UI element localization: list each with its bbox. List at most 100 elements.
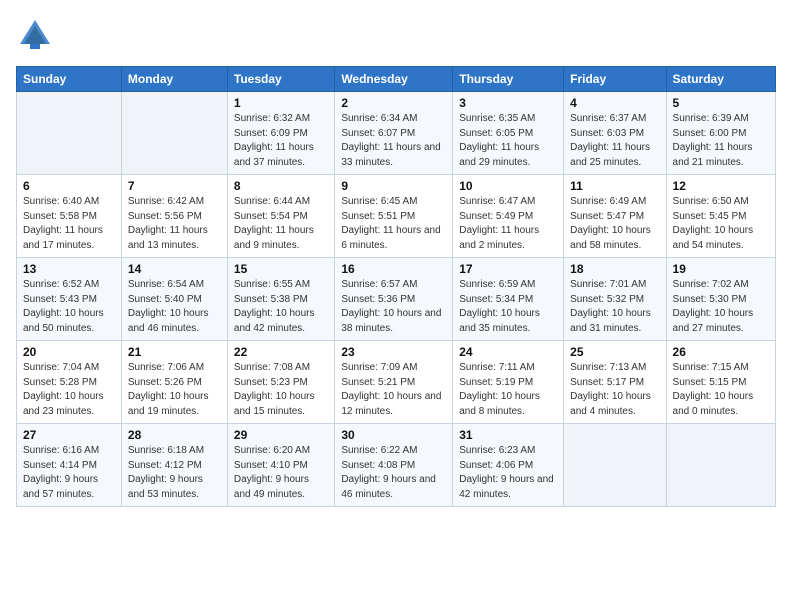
calendar-cell: 20 Sunrise: 7:04 AMSunset: 5:28 PMDayligh… xyxy=(17,341,122,424)
day-number: 7 xyxy=(128,179,221,193)
calendar-cell: 2 Sunrise: 6:34 AMSunset: 6:07 PMDaylight… xyxy=(335,92,453,175)
day-detail: Sunrise: 6:32 AMSunset: 6:09 PMDaylight:… xyxy=(234,112,328,170)
day-number: 19 xyxy=(673,262,769,276)
day-number: 25 xyxy=(570,345,659,359)
day-number: 22 xyxy=(234,345,328,359)
day-number: 3 xyxy=(459,96,557,110)
day-number: 11 xyxy=(570,179,659,193)
day-number: 10 xyxy=(459,179,557,193)
day-detail: Sunrise: 7:11 AMSunset: 5:19 PMDaylight:… xyxy=(459,361,557,419)
calendar-cell: 13 Sunrise: 6:52 AMSunset: 5:43 PMDayligh… xyxy=(17,258,122,341)
week-row-1: 1Sunrise: 6:32 AMSunset: 6:09 PMDaylight… xyxy=(17,92,776,175)
day-detail: Sunrise: 7:08 AMSunset: 5:23 PMDaylight:… xyxy=(234,361,328,419)
calendar-cell: 8 Sunrise: 6:44 AMSunset: 5:54 PMDaylight… xyxy=(227,175,334,258)
day-number: 5 xyxy=(673,96,769,110)
calendar-header-friday: Friday xyxy=(564,67,666,92)
calendar-cell: 17 Sunrise: 6:59 AMSunset: 5:34 PMDayligh… xyxy=(453,258,564,341)
day-number: 8 xyxy=(234,179,328,193)
calendar-header-thursday: Thursday xyxy=(453,67,564,92)
day-detail: Sunrise: 6:35 AMSunset: 6:05 PMDaylight:… xyxy=(459,112,557,170)
calendar-cell: 22 Sunrise: 7:08 AMSunset: 5:23 PMDayligh… xyxy=(227,341,334,424)
day-detail: Sunrise: 6:22 AMSunset: 4:08 PMDaylight:… xyxy=(341,444,446,502)
day-number: 20 xyxy=(23,345,115,359)
calendar-cell: 23 Sunrise: 7:09 AMSunset: 5:21 PMDayligh… xyxy=(335,341,453,424)
day-detail: Sunrise: 6:44 AMSunset: 5:54 PMDaylight:… xyxy=(234,195,328,253)
calendar-cell xyxy=(121,92,227,175)
day-detail: Sunrise: 7:04 AMSunset: 5:28 PMDaylight:… xyxy=(23,361,115,419)
calendar-header-tuesday: Tuesday xyxy=(227,67,334,92)
calendar-cell: 24 Sunrise: 7:11 AMSunset: 5:19 PMDayligh… xyxy=(453,341,564,424)
calendar-cell: 9 Sunrise: 6:45 AMSunset: 5:51 PMDaylight… xyxy=(335,175,453,258)
day-detail: Sunrise: 7:02 AMSunset: 5:30 PMDaylight:… xyxy=(673,278,769,336)
day-detail: Sunrise: 6:55 AMSunset: 5:38 PMDaylight:… xyxy=(234,278,328,336)
day-detail: Sunrise: 6:42 AMSunset: 5:56 PMDaylight:… xyxy=(128,195,221,253)
calendar-cell: 31Sunrise: 6:23 AMSunset: 4:06 PMDayligh… xyxy=(453,424,564,507)
calendar-cell xyxy=(666,424,775,507)
logo xyxy=(16,16,54,54)
day-detail: Sunrise: 7:09 AMSunset: 5:21 PMDaylight:… xyxy=(341,361,446,419)
day-detail: Sunrise: 6:39 AMSunset: 6:00 PMDaylight:… xyxy=(673,112,769,170)
day-number: 17 xyxy=(459,262,557,276)
day-detail: Sunrise: 6:20 AMSunset: 4:10 PMDaylight:… xyxy=(234,444,328,502)
day-number: 26 xyxy=(673,345,769,359)
day-detail: Sunrise: 7:01 AMSunset: 5:32 PMDaylight:… xyxy=(570,278,659,336)
calendar-cell: 27 Sunrise: 6:16 AMSunset: 4:14 PMDayligh… xyxy=(17,424,122,507)
day-detail: Sunrise: 7:13 AMSunset: 5:17 PMDaylight:… xyxy=(570,361,659,419)
day-detail: Sunrise: 6:59 AMSunset: 5:34 PMDaylight:… xyxy=(459,278,557,336)
day-detail: Sunrise: 6:57 AMSunset: 5:36 PMDaylight:… xyxy=(341,278,446,336)
day-number: 28 xyxy=(128,428,221,442)
week-row-4: 20 Sunrise: 7:04 AMSunset: 5:28 PMDayligh… xyxy=(17,341,776,424)
header xyxy=(16,16,776,54)
day-detail: Sunrise: 7:06 AMSunset: 5:26 PMDaylight:… xyxy=(128,361,221,419)
day-detail: Sunrise: 6:34 AMSunset: 6:07 PMDaylight:… xyxy=(341,112,446,170)
calendar-header-saturday: Saturday xyxy=(666,67,775,92)
calendar-table: SundayMondayTuesdayWednesdayThursdayFrid… xyxy=(16,66,776,507)
calendar-cell: 21 Sunrise: 7:06 AMSunset: 5:26 PMDayligh… xyxy=(121,341,227,424)
calendar-cell: 16Sunrise: 6:57 AMSunset: 5:36 PMDayligh… xyxy=(335,258,453,341)
day-number: 29 xyxy=(234,428,328,442)
day-number: 27 xyxy=(23,428,115,442)
day-detail: Sunrise: 6:49 AMSunset: 5:47 PMDaylight:… xyxy=(570,195,659,253)
calendar-cell: 29 Sunrise: 6:20 AMSunset: 4:10 PMDayligh… xyxy=(227,424,334,507)
calendar-header-monday: Monday xyxy=(121,67,227,92)
calendar-cell xyxy=(17,92,122,175)
day-number: 2 xyxy=(341,96,446,110)
day-number: 14 xyxy=(128,262,221,276)
calendar-header-sunday: Sunday xyxy=(17,67,122,92)
day-detail: Sunrise: 6:45 AMSunset: 5:51 PMDaylight:… xyxy=(341,195,446,253)
day-detail: Sunrise: 6:37 AMSunset: 6:03 PMDaylight:… xyxy=(570,112,659,170)
day-detail: Sunrise: 7:15 AMSunset: 5:15 PMDaylight:… xyxy=(673,361,769,419)
day-number: 23 xyxy=(341,345,446,359)
week-row-5: 27 Sunrise: 6:16 AMSunset: 4:14 PMDayligh… xyxy=(17,424,776,507)
day-detail: Sunrise: 6:50 AMSunset: 5:45 PMDaylight:… xyxy=(673,195,769,253)
day-detail: Sunrise: 6:52 AMSunset: 5:43 PMDaylight:… xyxy=(23,278,115,336)
calendar-cell: 25 Sunrise: 7:13 AMSunset: 5:17 PMDayligh… xyxy=(564,341,666,424)
week-row-2: 6Sunrise: 6:40 AMSunset: 5:58 PMDaylight… xyxy=(17,175,776,258)
calendar-cell: 7 Sunrise: 6:42 AMSunset: 5:56 PMDaylight… xyxy=(121,175,227,258)
day-number: 15 xyxy=(234,262,328,276)
calendar-cell: 4 Sunrise: 6:37 AMSunset: 6:03 PMDaylight… xyxy=(564,92,666,175)
calendar-cell: 5 Sunrise: 6:39 AMSunset: 6:00 PMDaylight… xyxy=(666,92,775,175)
calendar-cell: 18 Sunrise: 7:01 AMSunset: 5:32 PMDayligh… xyxy=(564,258,666,341)
day-number: 30 xyxy=(341,428,446,442)
day-detail: Sunrise: 6:47 AMSunset: 5:49 PMDaylight:… xyxy=(459,195,557,253)
day-detail: Sunrise: 6:54 AMSunset: 5:40 PMDaylight:… xyxy=(128,278,221,336)
day-number: 24 xyxy=(459,345,557,359)
calendar-cell: 11 Sunrise: 6:49 AMSunset: 5:47 PMDayligh… xyxy=(564,175,666,258)
calendar-cell: 28 Sunrise: 6:18 AMSunset: 4:12 PMDayligh… xyxy=(121,424,227,507)
calendar-cell: 3 Sunrise: 6:35 AMSunset: 6:05 PMDaylight… xyxy=(453,92,564,175)
day-number: 13 xyxy=(23,262,115,276)
calendar-header-wednesday: Wednesday xyxy=(335,67,453,92)
day-number: 9 xyxy=(341,179,446,193)
day-number: 21 xyxy=(128,345,221,359)
day-detail: Sunrise: 6:18 AMSunset: 4:12 PMDaylight:… xyxy=(128,444,221,502)
calendar-cell: 26 Sunrise: 7:15 AMSunset: 5:15 PMDayligh… xyxy=(666,341,775,424)
calendar-header-row: SundayMondayTuesdayWednesdayThursdayFrid… xyxy=(17,67,776,92)
page: SundayMondayTuesdayWednesdayThursdayFrid… xyxy=(0,0,792,612)
day-number: 31 xyxy=(459,428,557,442)
day-number: 18 xyxy=(570,262,659,276)
day-number: 12 xyxy=(673,179,769,193)
day-number: 4 xyxy=(570,96,659,110)
day-detail: Sunrise: 6:16 AMSunset: 4:14 PMDaylight:… xyxy=(23,444,115,502)
calendar-cell: 30 Sunrise: 6:22 AMSunset: 4:08 PMDayligh… xyxy=(335,424,453,507)
